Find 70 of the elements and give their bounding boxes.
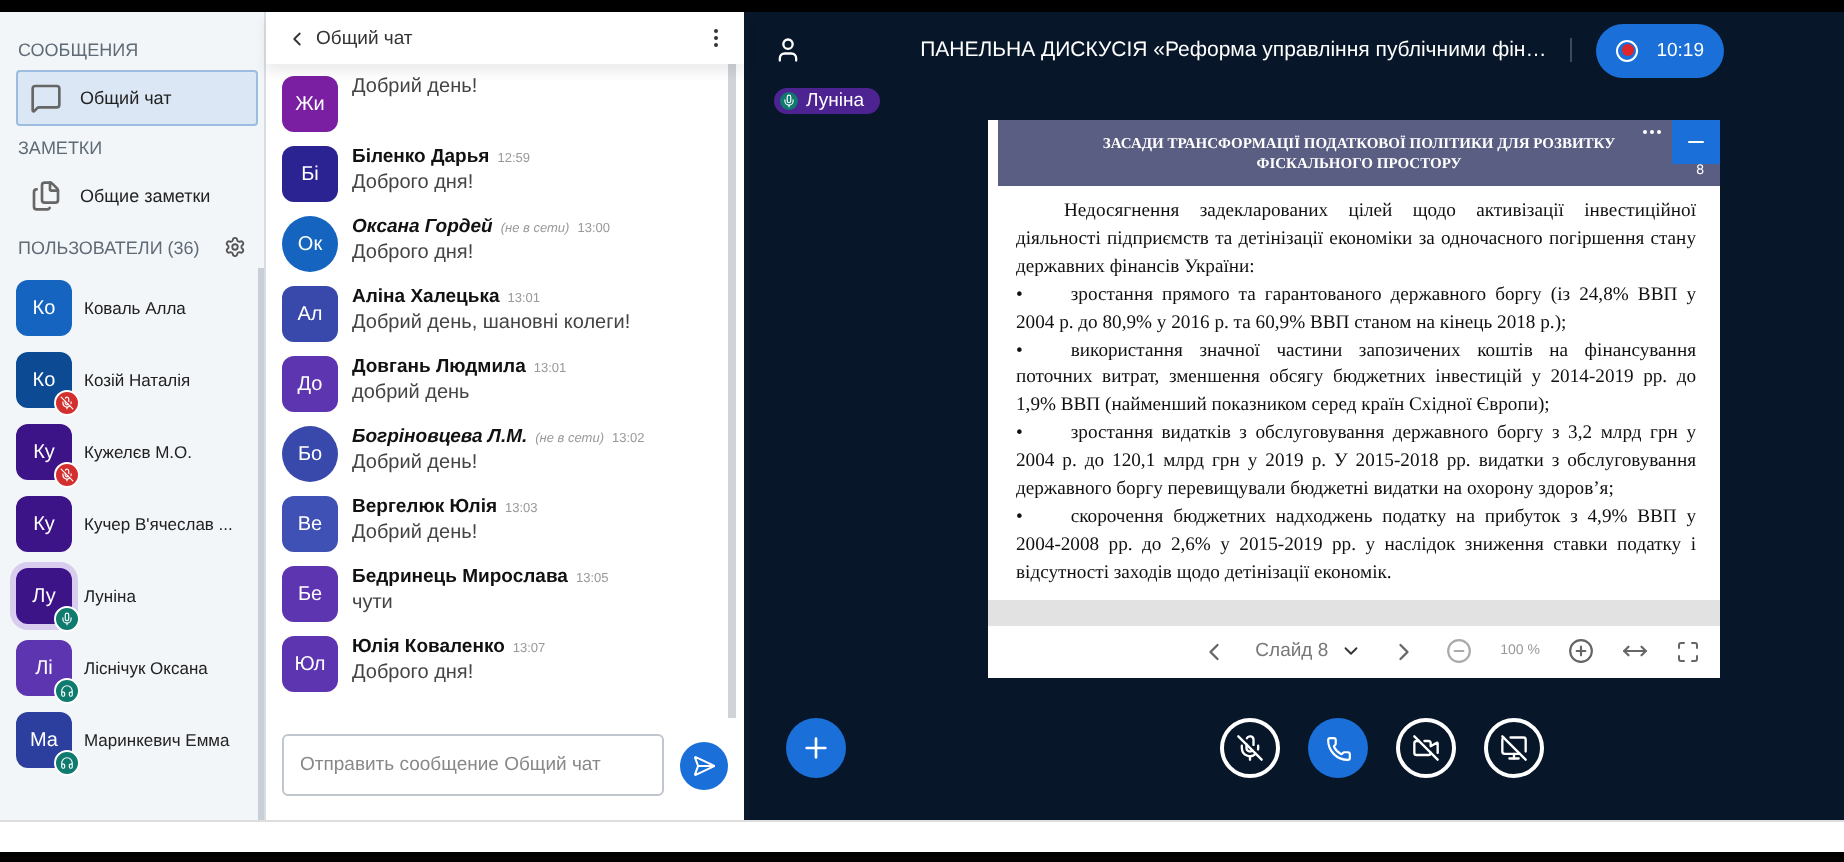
user-avatar: Ве	[282, 496, 338, 552]
user-avatar: Бі	[282, 146, 338, 202]
back-link[interactable]: Общий чат	[286, 27, 413, 49]
section-heading: ПОЛЬЗОВАТЕЛИ (36)	[18, 237, 200, 257]
presentation-title: ПАНЕЛЬНА ДИСКУСІЯ «Реформа управління публічними фін…	[920, 38, 1547, 62]
send-icon	[692, 753, 716, 777]
user-name[interactable]: Ліснічук Оксана	[84, 658, 208, 678]
message-text: Доброго дня!	[352, 172, 476, 194]
camera-off-icon	[1412, 734, 1440, 763]
sender-name: Оксана Гордей	[352, 216, 493, 238]
slide-bullet: • використання значної частини запозичених коштів на фінансування поточних витрат, зменшення обсягу бюджетних інвестицій у 2014-2019 рр. до 1,9% ВВП (найменший показником серед країн Східної Європи);	[1016, 337, 1696, 421]
record-button[interactable]: 10:19	[1596, 23, 1724, 77]
phone-button[interactable]	[1308, 718, 1368, 779]
send-button[interactable]	[680, 741, 728, 789]
user-avatar: Ок	[282, 216, 338, 272]
user-name[interactable]: Коваль Алла	[84, 298, 186, 318]
message-text: Добрий день!	[352, 522, 480, 544]
documents-icon	[30, 180, 62, 212]
user-name[interactable]: Кужелєв М.О.	[84, 442, 193, 462]
microphone-button[interactable]	[1220, 718, 1280, 779]
section-heading: СООБЩЕНИЯ	[18, 40, 139, 60]
user-avatar: До	[282, 356, 338, 412]
user-avatar: Жи	[282, 76, 338, 132]
slide-bullet: • зростання видатків з обслуговування державного боргу з 3,2 млрд грн у 2004 р. до 120,1 млрд грн у 2019 р. У 2015-2018 рр. видатки з обслуговування державного боргу перевищували бюджетні видатки на охорону здоров’я;	[1016, 420, 1696, 504]
camera-button[interactable]	[1396, 718, 1456, 779]
slide-selector[interactable]: Слайд 8	[1255, 640, 1363, 663]
notes-item[interactable]: Общие заметки	[16, 168, 258, 224]
record-icon	[1616, 39, 1639, 61]
message-text: Доброго дня!	[352, 242, 476, 264]
slide-paragraph: Недосягнення задекларованих цілей щодо активізації інвестиційної діяльності підприємств та детінізації економіки за одночасного погіршення стану державних фінансів України:	[1016, 198, 1696, 282]
settings-icon[interactable]	[224, 236, 246, 258]
user-name[interactable]: Луніна	[84, 586, 136, 606]
zoom-in-icon[interactable]	[1568, 638, 1594, 665]
fullscreen-icon[interactable]	[1676, 639, 1700, 664]
slide-bullet: • скорочення бюджетних надходжень податку на прибуток з 4,9% ВВП у 2004-2008 рр. до 2,6% у 2015-2019 рр. у наслідок зниження ставки податку і відсутності заходів щодо детінізації економік.	[1016, 503, 1696, 588]
user-avatar: Юл	[282, 636, 338, 692]
muted-mic-icon	[1236, 734, 1264, 763]
talking-indicator: Луніна	[774, 88, 880, 114]
chat-item[interactable]: Общий чат	[16, 70, 258, 126]
add-button[interactable]	[786, 718, 846, 779]
user-avatar: Бо	[282, 426, 338, 482]
message-text: Добрий день!	[352, 452, 480, 474]
sender-name: Біленко Дарья	[352, 146, 490, 168]
message-text: Добрий день!	[352, 76, 478, 98]
section-heading: ЗАМЕТКИ	[18, 138, 103, 158]
user-avatar: Ал	[282, 286, 338, 342]
screen-off-icon	[1500, 734, 1528, 763]
sender-name: Довгань Людмила	[352, 356, 526, 378]
message-text: добрий день	[352, 382, 472, 404]
screen-share-button[interactable]	[1484, 718, 1544, 779]
user-name[interactable]: Маринкевич Емма	[84, 730, 230, 750]
sender-name: Вергелюк Юлія	[352, 496, 498, 518]
chat-icon	[30, 82, 62, 114]
user-name[interactable]: Козій Наталія	[84, 370, 191, 390]
user-avatar[interactable]: Ко	[16, 280, 72, 336]
sender-name: Аліна Халецька	[352, 286, 500, 308]
sender-name: Юлія Коваленко	[352, 636, 505, 658]
slide-bullet: • зростання прямого та гарантованого державного боргу (із 24,8% ВВП у 2004 р. до 80,9% у 2016 р. та 60,9% ВВП станом на кінець 2018 р.);	[1016, 281, 1696, 338]
sender-name: Богріновцева Л.М.	[352, 426, 528, 448]
user-avatar[interactable]: Ку	[16, 496, 72, 552]
user-avatar: Бе	[282, 566, 338, 622]
sender-name: Бедринець Мирослава	[352, 566, 568, 588]
mic-icon	[780, 92, 798, 110]
message-text: чути	[352, 592, 395, 614]
phone-icon	[1325, 735, 1351, 762]
user-name[interactable]: Кучер В'ячеслав ...	[84, 514, 233, 534]
message-text: Добрий день, шановні колеги!	[352, 312, 631, 334]
message-input[interactable]: Отправить сообщение Общий чат	[282, 734, 664, 796]
user-icon[interactable]	[774, 36, 802, 64]
message-text: Доброго дня!	[352, 662, 476, 684]
